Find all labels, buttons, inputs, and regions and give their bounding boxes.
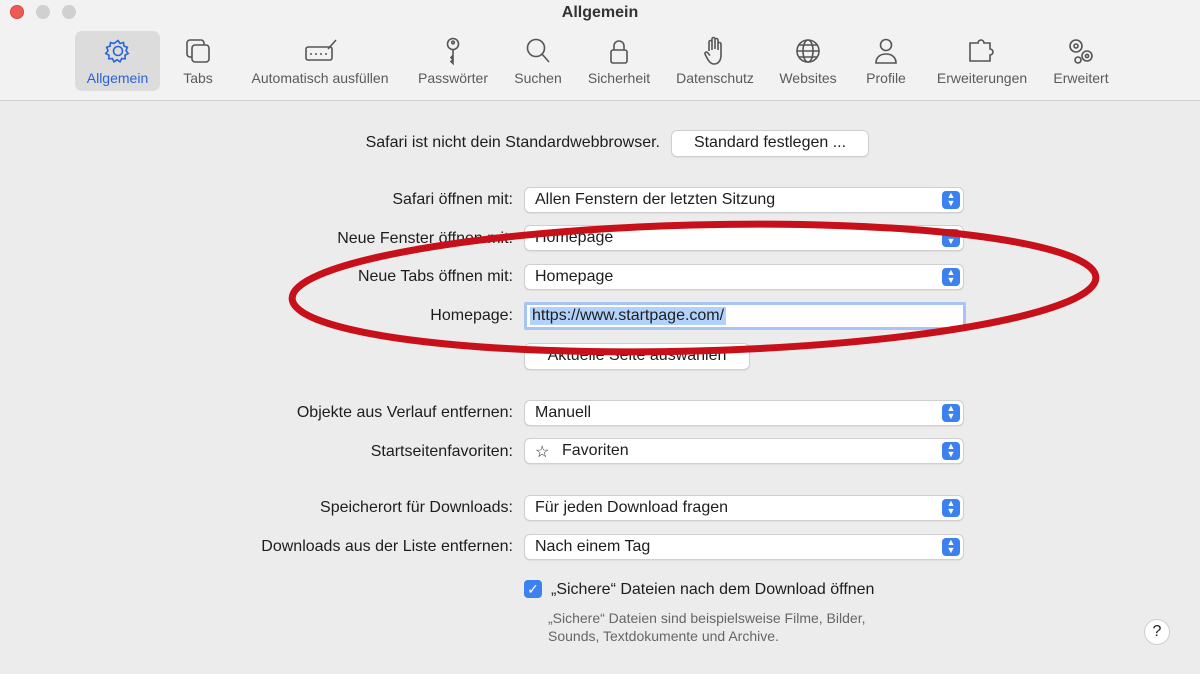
download-location-label: Speicherort für Downloads: — [320, 499, 513, 516]
tab-label: Erweitert — [1053, 70, 1109, 86]
new-windows-label: Neue Fenster öffnen mit: — [337, 230, 513, 247]
popup-value: Nach einem Tag — [535, 538, 651, 555]
popup-arrows-icon: ▲ ▼ — [942, 229, 960, 247]
tabs-icon — [186, 39, 210, 63]
hand-icon — [704, 36, 722, 65]
popup-arrows-icon: ▲ ▼ — [942, 442, 960, 460]
safe-files-checkbox[interactable]: ✓ — [524, 580, 542, 598]
popup-arrows-icon: ▲ ▼ — [942, 538, 960, 556]
popup-value: Favoriten — [562, 442, 629, 459]
popup-arrows-icon: ▲ ▼ — [942, 191, 960, 209]
tab-profile[interactable]: Profile — [856, 31, 916, 91]
tab-label: Suchen — [514, 70, 562, 86]
tab-label: Sicherheit — [587, 70, 651, 86]
globe-icon — [796, 39, 820, 63]
safe-files-note: „Sichere“ Dateien sind beispielsweise Fi… — [548, 609, 865, 645]
autofill-icon — [305, 39, 337, 61]
remove-history-label: Objekte aus Verlauf entfernen: — [296, 404, 513, 421]
remove-history-popup[interactable]: Manuell ▲ ▼ — [524, 400, 964, 426]
homepage-label: Homepage: — [430, 307, 513, 324]
lock-icon — [610, 40, 628, 64]
new-tabs-popup[interactable]: Homepage ▲ ▼ — [524, 264, 964, 290]
tab-suchen[interactable]: Suchen — [508, 31, 568, 91]
search-icon — [526, 38, 550, 63]
tab-erweiterungen[interactable]: Erweiterungen — [928, 31, 1036, 91]
safe-files-label: „Sichere“ Dateien nach dem Download öffn… — [551, 581, 875, 598]
tab-sicherheit[interactable]: Sicherheit — [580, 31, 658, 91]
tab-erweitert[interactable]: Erweitert — [1044, 31, 1118, 91]
popup-arrows-icon: ▲ ▼ — [942, 268, 960, 286]
tab-label: Automatisch ausfüllen — [251, 70, 389, 86]
popup-arrows-icon: ▲ ▼ — [942, 499, 960, 517]
note-line: „Sichere“ Dateien sind beispielsweise Fi… — [548, 610, 866, 626]
remove-downloads-popup[interactable]: Nach einem Tag ▲ ▼ — [524, 534, 964, 560]
tab-label: Allgemein — [86, 70, 149, 86]
tab-autofill[interactable]: Automatisch ausfüllen — [240, 31, 400, 91]
remove-downloads-label: Downloads aus der Liste entfernen: — [261, 538, 513, 555]
help-button[interactable]: ? — [1144, 619, 1170, 645]
annotation-ellipse — [288, 220, 1100, 356]
gears-icon — [1069, 39, 1093, 64]
set-default-button[interactable]: Standard festlegen ... — [671, 130, 869, 157]
toolbar: Allgemein Allgemein Tabs Automatisch aus… — [0, 0, 1200, 101]
open-with-label: Safari öffnen mit: — [392, 191, 513, 208]
popup-value: Manuell — [535, 404, 592, 421]
open-with-popup[interactable]: Allen Fenstern der letzten Sitzung ▲ ▼ — [524, 187, 964, 213]
popup-value: Für jeden Download fragen — [535, 499, 729, 516]
note-line: Sounds, Textdokumente und Archive. — [548, 628, 779, 644]
star-icon: ☆ — [535, 444, 550, 461]
popup-arrows-icon: ▲ ▼ — [942, 404, 960, 422]
homepage-input[interactable]: https://www.startpage.com/ — [524, 302, 966, 330]
set-current-page-button[interactable]: Aktuelle Seite auswählen — [524, 343, 750, 370]
tab-passwoerter[interactable]: Passwörter — [410, 31, 496, 91]
download-location-popup[interactable]: Für jeden Download fragen ▲ ▼ — [524, 495, 964, 521]
window-title: Allgemein — [561, 4, 639, 21]
preferences-window: Allgemein Allgemein Tabs Automatisch aus… — [0, 0, 1200, 674]
gear-icon — [104, 39, 129, 63]
puzzle-icon — [969, 39, 994, 62]
tab-tabs[interactable]: Tabs — [168, 31, 228, 91]
popup-value: Homepage — [535, 229, 614, 246]
default-browser-text: Safari ist nicht dein Standardwebbrowser… — [365, 134, 660, 151]
tab-label: Profile — [866, 70, 906, 86]
tab-allgemein[interactable]: Allgemein — [75, 31, 160, 91]
popup-value: Homepage — [535, 268, 614, 285]
tab-label: Passwörter — [417, 70, 489, 86]
favorites-label: Startseitenfavoriten: — [370, 443, 513, 460]
person-icon — [875, 38, 897, 64]
new-windows-popup[interactable]: Homepage ▲ ▼ — [524, 225, 964, 251]
tab-label: Erweiterungen — [936, 70, 1028, 86]
popup-value: Allen Fenstern der letzten Sitzung — [535, 191, 776, 208]
key-icon — [446, 37, 460, 66]
favorites-popup[interactable]: ☆ Favoriten ▲ ▼ — [524, 438, 964, 464]
tab-label: Tabs — [183, 70, 213, 86]
tab-label: Websites — [779, 70, 837, 86]
new-tabs-label: Neue Tabs öffnen mit: — [357, 268, 513, 285]
tab-websites[interactable]: Websites — [772, 31, 844, 91]
tab-label: Datenschutz — [676, 70, 754, 86]
homepage-value: https://www.startpage.com/ — [530, 307, 727, 325]
tab-datenschutz[interactable]: Datenschutz — [668, 31, 762, 91]
